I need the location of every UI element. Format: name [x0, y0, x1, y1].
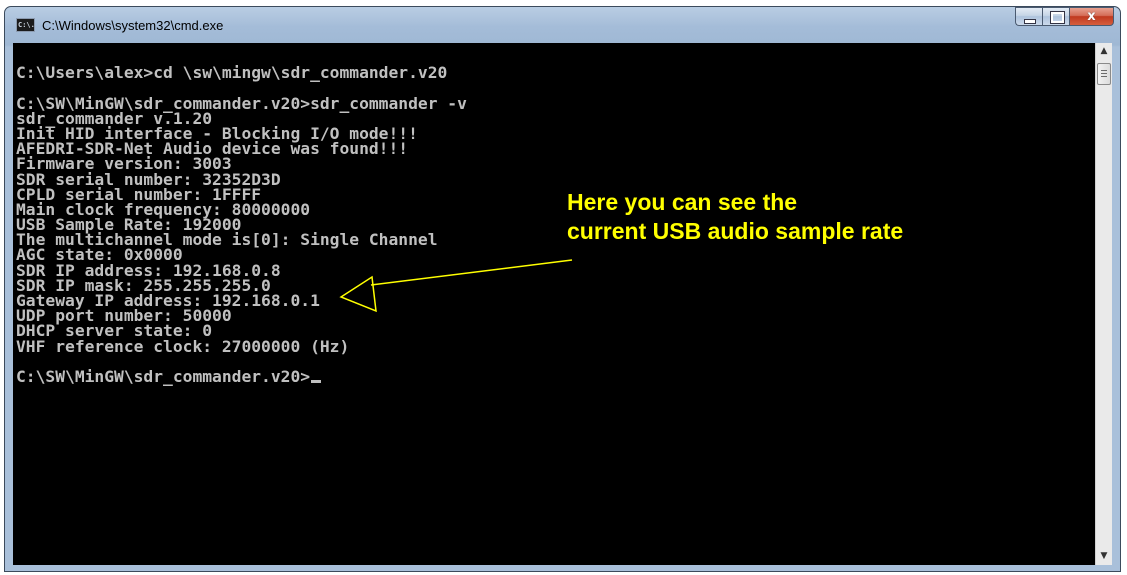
console-line: VHF reference clock: 27000000 (Hz) — [16, 336, 350, 356]
window-title: C:\Windows\system32\cmd.exe — [42, 18, 224, 33]
scroll-thumb[interactable] — [1097, 63, 1111, 85]
cmd-icon[interactable]: C:\. — [16, 18, 35, 32]
maximize-button[interactable] — [1042, 7, 1069, 26]
annotation-line-2: current USB audio sample rate — [567, 218, 904, 244]
annotation-text: Here you can see the current USB audio s… — [567, 188, 903, 246]
scroll-up-arrow-icon[interactable]: ▲ — [1096, 43, 1112, 60]
minimize-icon — [1024, 19, 1036, 24]
scroll-down-arrow-icon[interactable]: ▼ — [1096, 548, 1112, 565]
close-icon: x — [1087, 9, 1096, 24]
vertical-scrollbar[interactable]: ▲ ▼ — [1095, 43, 1112, 565]
close-button[interactable]: x — [1069, 7, 1114, 26]
console-text: C:\Users\alex>cd \sw\mingw\sdr_commander… — [16, 50, 467, 384]
console-line: C:\SW\MinGW\sdr_commander.v20> — [16, 368, 467, 385]
console-line: C:\Users\alex>cd \sw\mingw\sdr_commander… — [16, 63, 448, 83]
maximize-icon — [1050, 11, 1065, 24]
title-bar[interactable]: C:\. C:\Windows\system32\cmd.exe x — [5, 7, 1120, 43]
text-cursor — [311, 379, 322, 383]
minimize-button[interactable] — [1015, 7, 1042, 26]
console-output[interactable]: C:\Users\alex>cd \sw\mingw\sdr_commander… — [13, 43, 1095, 565]
annotation-line-1: Here you can see the — [567, 189, 798, 215]
window-controls: x — [1015, 7, 1114, 27]
cmd-window: C:\. C:\Windows\system32\cmd.exe x C:\Us… — [4, 6, 1121, 572]
